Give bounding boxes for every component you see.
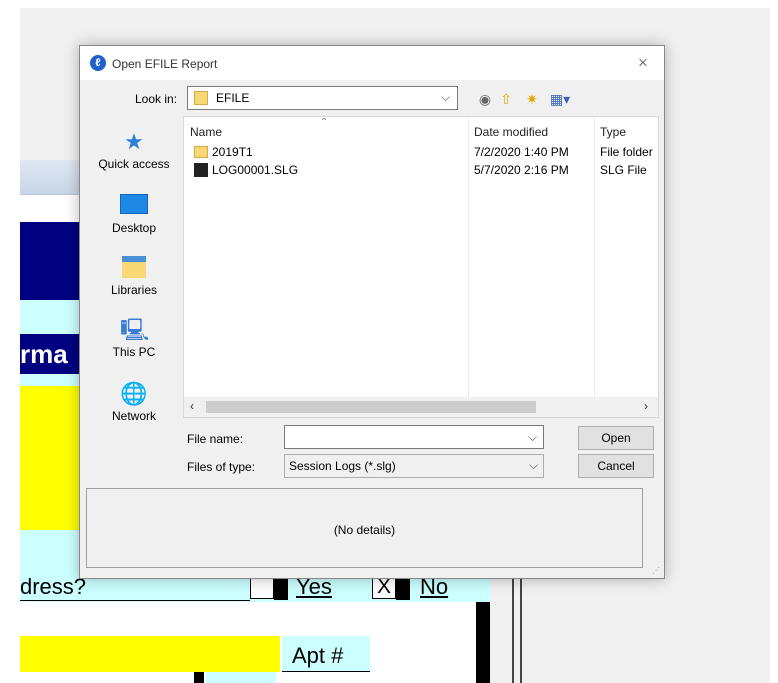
place-label: This PC (112, 345, 156, 359)
dialog-title: Open EFILE Report (112, 57, 218, 71)
checkbox-shadow (396, 576, 410, 600)
file-name: LOG00001.SLG (212, 163, 299, 177)
column-header-type[interactable]: Type (600, 125, 626, 139)
background-cyan-band (20, 300, 80, 334)
background-cyan-band (20, 530, 80, 572)
files-of-type-label: Files of type: (187, 460, 256, 474)
place-network[interactable]: 🌐 Network (88, 376, 180, 436)
close-icon[interactable]: × (628, 51, 658, 75)
file-name-input[interactable] (284, 425, 544, 449)
checkbox-shadow (274, 576, 288, 600)
up-folder-icon[interactable]: ⇧ (497, 90, 515, 108)
scrollbar-thumb[interactable] (206, 401, 536, 413)
file-name-label: File name: (187, 432, 244, 446)
look-in-value: EFILE (216, 91, 250, 105)
file-name: 2019T1 (212, 145, 253, 159)
back-icon[interactable]: ◉ (476, 90, 494, 108)
file-type: File folder (600, 145, 653, 159)
view-menu-icon[interactable]: ▦▾ (545, 90, 575, 108)
column-header-name[interactable]: Name (190, 125, 222, 139)
place-quick-access[interactable]: ★ Quick access (88, 124, 180, 184)
apt-label: Apt # (282, 636, 370, 672)
sort-ascending-icon: ⌃ (320, 117, 329, 128)
chevron-down-icon[interactable]: ⌵ (441, 90, 450, 105)
checkbox-shadow (194, 672, 204, 683)
look-in-label: Look in: (135, 92, 178, 106)
file-list: ⌃ Name Date modified Type 2019T1 7/2/202… (183, 116, 659, 418)
file-type: SLG File (600, 163, 647, 177)
dialog-title-bar[interactable]: ℓ Open EFILE Report × (80, 46, 664, 80)
files-of-type-value: Session Logs (*.slg) (289, 459, 396, 473)
background-section-title: rma (20, 334, 80, 374)
chevron-down-icon[interactable]: ⌵ (529, 458, 538, 473)
libraries-icon (120, 256, 148, 280)
look-in-dropdown[interactable]: EFILE ⌵ (187, 86, 458, 110)
horizontal-scrollbar[interactable]: ‹ › (184, 397, 658, 417)
file-date: 5/7/2020 2:16 PM (474, 163, 569, 177)
street-address-input[interactable] (20, 636, 280, 672)
background-cyan-band (206, 672, 276, 683)
desktop-icon (120, 194, 148, 218)
background-navy-band (20, 222, 80, 300)
address-question-text: dress? (20, 574, 87, 599)
question-underline (20, 600, 250, 601)
network-icon: 🌐 (120, 381, 148, 406)
file-date: 7/2/2020 1:40 PM (474, 145, 569, 159)
scroll-right-icon[interactable]: › (644, 399, 648, 413)
cancel-button[interactable]: Cancel (578, 454, 654, 478)
places-bar: ★ Quick access Desktop Libraries 🖳 This … (88, 118, 180, 474)
details-pane: (No details) (86, 488, 643, 568)
open-button[interactable]: Open (578, 426, 654, 450)
background-header-strip (20, 160, 80, 195)
chevron-down-icon[interactable]: ⌵ (528, 430, 537, 445)
place-label: Network (111, 409, 156, 423)
folder-icon (194, 91, 208, 105)
place-label: Libraries (110, 283, 158, 297)
place-label: Quick access (98, 157, 170, 171)
computer-icon: 🖳 (120, 317, 150, 342)
place-label: Desktop (111, 221, 157, 235)
resize-grip-icon[interactable]: ⋰ (652, 566, 660, 575)
new-folder-icon[interactable]: ✷ (523, 90, 541, 108)
slg-file-icon (194, 163, 208, 177)
open-file-dialog: ℓ Open EFILE Report × Look in: EFILE ⌵ ◉… (79, 45, 665, 579)
app-logo-icon: ℓ (90, 55, 106, 71)
place-this-pc[interactable]: 🖳 This PC (88, 312, 180, 372)
file-row[interactable]: LOG00001.SLG 5/7/2020 2:16 PM SLG File (184, 161, 658, 179)
star-icon: ★ (124, 129, 144, 154)
column-header-date[interactable]: Date modified (474, 125, 548, 139)
scroll-left-icon[interactable]: ‹ (190, 399, 194, 413)
file-row[interactable]: 2019T1 7/2/2020 1:40 PM File folder (184, 143, 658, 161)
background-cyan-band (20, 374, 80, 386)
place-libraries[interactable]: Libraries (88, 250, 180, 310)
place-desktop[interactable]: Desktop (88, 188, 180, 248)
folder-icon (194, 146, 208, 158)
background-divider (476, 602, 490, 683)
files-of-type-dropdown[interactable]: Session Logs (*.slg) ⌵ (284, 454, 544, 478)
background-yellow-field (20, 386, 80, 530)
details-text: (No details) (333, 523, 396, 537)
